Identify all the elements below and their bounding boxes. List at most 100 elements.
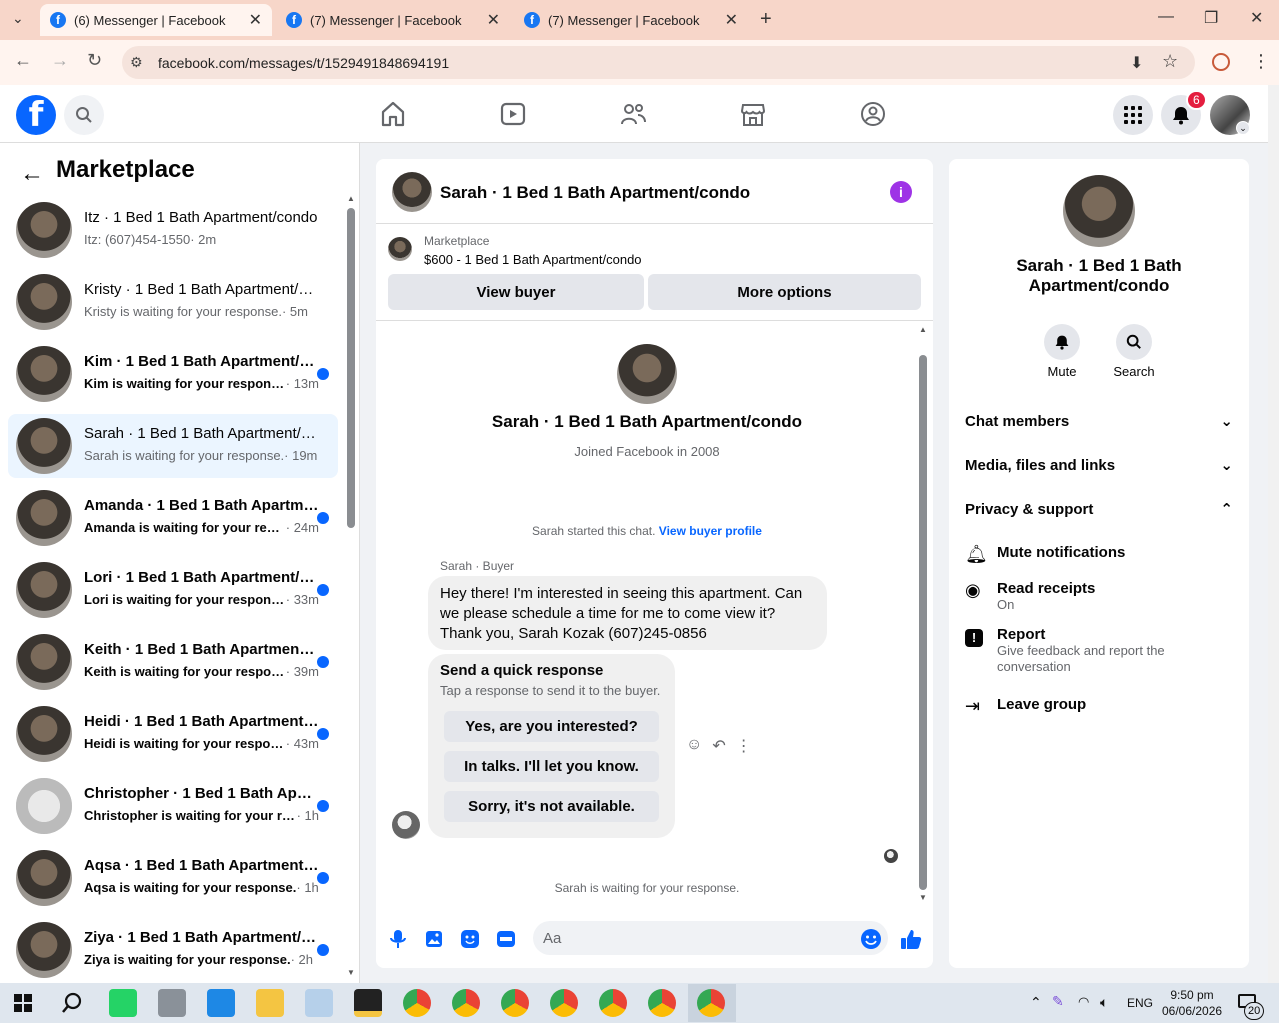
back-arrow-icon[interactable]: ← — [20, 160, 44, 188]
chrome-icon[interactable] — [452, 989, 480, 1017]
facebook-search-button[interactable] — [64, 95, 104, 135]
scroll-up-icon[interactable]: ▲ — [347, 194, 355, 203]
video-icon[interactable] — [500, 100, 526, 128]
window-close-icon[interactable]: ✕ — [1250, 8, 1263, 28]
message-bubble[interactable]: Hey there! I'm interested in seeing this… — [428, 576, 827, 650]
listing-title[interactable]: $600 - 1 Bed 1 Bath Apartment/condo — [424, 252, 642, 267]
clock[interactable]: 9:50 pm 06/06/2026 — [1162, 987, 1222, 1019]
tray-chevron-icon[interactable]: ⌃ — [1030, 994, 1042, 1011]
quick-response-button[interactable]: In talks. I'll let you know. — [444, 751, 659, 782]
gaming-icon[interactable] — [860, 100, 886, 128]
windows-start-icon[interactable] — [14, 994, 32, 1012]
leave-group-item[interactable]: ⇥ Leave group — [965, 696, 1233, 717]
wifi-icon[interactable]: ◠ — [1078, 994, 1089, 1010]
chrome-icon[interactable] — [550, 989, 578, 1017]
scroll-down-icon[interactable]: ▼ — [919, 893, 927, 902]
home-icon[interactable] — [380, 100, 406, 128]
details-avatar[interactable] — [1063, 175, 1135, 247]
back-icon[interactable]: ← — [14, 50, 32, 71]
section-media-files-links[interactable]: Media, files and links ⌄ — [965, 456, 1233, 475]
report-item[interactable]: ! Report Give feedback and report the con… — [965, 626, 1233, 675]
sticky-notes-icon[interactable] — [354, 989, 382, 1017]
conversation-item[interactable]: Sarah · 1 Bed 1 Bath Apartment/condo Sara… — [8, 414, 338, 478]
conversation-item[interactable]: Amanda · 1 Bed 1 Bath Apartment/condo Ama… — [8, 486, 338, 550]
whatsapp-icon[interactable] — [109, 989, 137, 1017]
conversation-item[interactable]: Christopher · 1 Bed 1 Bath Apartment/con… — [8, 774, 338, 838]
view-buyer-profile-link[interactable]: View buyer profile — [659, 524, 762, 538]
view-buyer-button[interactable]: View buyer — [388, 274, 644, 310]
chrome-icon[interactable] — [697, 989, 725, 1017]
file-explorer-icon[interactable] — [256, 989, 284, 1017]
url-input[interactable]: facebook.com/messages/t/1529491848694191 — [122, 46, 1195, 79]
more-options-button[interactable]: More options — [648, 274, 921, 310]
conversation-item[interactable]: Ziya · 1 Bed 1 Bath Apartment/condo Ziya … — [8, 918, 338, 982]
calculator-icon[interactable] — [158, 989, 186, 1017]
close-tab-icon[interactable]: ✕ — [249, 10, 262, 30]
conversation-item[interactable]: Keith · 1 Bed 1 Bath Apartment/condo Keit… — [8, 630, 338, 694]
close-tab-icon[interactable]: ✕ — [725, 10, 738, 30]
minimize-icon[interactable]: — — [1158, 8, 1174, 26]
search-conversation-button[interactable] — [1116, 324, 1152, 360]
sender-avatar[interactable] — [392, 811, 420, 839]
thumbs-up-icon[interactable] — [900, 928, 922, 950]
info-icon[interactable]: i — [890, 181, 912, 203]
site-info-icon[interactable]: ⚙ — [130, 54, 143, 71]
taskbar-search-icon[interactable] — [61, 992, 83, 1014]
section-privacy-support[interactable]: Privacy & support ⌃ — [965, 500, 1233, 519]
browser-tab-2[interactable]: f (7) Messenger | Facebook ✕ — [276, 4, 510, 36]
chat-avatar[interactable] — [392, 172, 432, 212]
mute-notifications-item[interactable]: 🔔︎ Mute notifications — [965, 544, 1233, 565]
photos-app-icon[interactable] — [305, 989, 333, 1017]
photo-icon[interactable] — [423, 928, 445, 950]
scroll-up-icon[interactable]: ▲ — [919, 325, 927, 334]
chrome-icon[interactable] — [403, 989, 431, 1017]
sidebar-scrollbar[interactable] — [347, 208, 355, 528]
menu-button[interactable] — [1113, 95, 1153, 135]
chat-scrollbar[interactable] — [919, 355, 927, 890]
account-chevron-icon[interactable]: ⌄ — [1236, 121, 1250, 135]
chat-title[interactable]: Sarah · 1 Bed 1 Bath Apartment/condo — [440, 183, 750, 203]
conversation-item[interactable]: Heidi · 1 Bed 1 Bath Apartment/condo Heid… — [8, 702, 338, 766]
forward-icon[interactable]: → — [51, 50, 69, 71]
profile-icon[interactable] — [1212, 53, 1230, 71]
browser-menu-icon[interactable]: ⋮ — [1252, 51, 1270, 72]
section-chat-members[interactable]: Chat members ⌄ — [965, 412, 1233, 431]
conversation-item[interactable]: Kim · 1 Bed 1 Bath Apartment/condo Kim is… — [8, 342, 338, 406]
browser-tab-1[interactable]: f (6) Messenger | Facebook ✕ — [40, 4, 272, 36]
pen-icon[interactable]: ✎ — [1052, 993, 1064, 1010]
emoji-icon[interactable] — [860, 928, 882, 950]
new-tab-icon[interactable]: + — [760, 8, 772, 31]
app-icon[interactable] — [207, 989, 235, 1017]
conversation-item[interactable]: Itz · 1 Bed 1 Bath Apartment/condo Itz: (… — [8, 198, 338, 262]
microphone-icon[interactable] — [387, 928, 409, 950]
react-smiley-icon[interactable]: ☺ — [686, 736, 702, 756]
browser-tab-3[interactable]: f (7) Messenger | Facebook ✕ — [514, 4, 748, 36]
profile-avatar[interactable] — [617, 344, 677, 404]
chrome-icon[interactable] — [599, 989, 627, 1017]
quick-response-button[interactable]: Sorry, it's not available. — [444, 791, 659, 822]
mute-button[interactable] — [1044, 324, 1080, 360]
quick-response-button[interactable]: Yes, are you interested? — [444, 711, 659, 742]
conversation-item[interactable]: Lori · 1 Bed 1 Bath Apartment/condo Lori … — [8, 558, 338, 622]
reload-icon[interactable]: ↻ — [87, 50, 102, 71]
chrome-icon[interactable] — [648, 989, 676, 1017]
install-app-icon[interactable]: ⬇ — [1130, 53, 1143, 73]
scroll-down-icon[interactable]: ▼ — [347, 968, 355, 977]
marketplace-icon[interactable] — [740, 100, 766, 128]
bookmark-star-icon[interactable]: ☆ — [1162, 51, 1178, 72]
more-vertical-icon[interactable]: ⋮ — [736, 736, 752, 756]
reply-icon[interactable]: ↶ — [712, 736, 725, 756]
restore-icon[interactable]: ❐ — [1204, 8, 1218, 28]
chrome-icon[interactable] — [501, 989, 529, 1017]
page-scrollbar[interactable] — [1268, 85, 1279, 983]
facebook-logo[interactable]: f — [16, 95, 56, 135]
language-indicator[interactable]: ENG — [1127, 996, 1153, 1010]
gif-icon[interactable] — [495, 928, 517, 950]
volume-icon[interactable]: 🔈︎ — [1100, 994, 1108, 1011]
read-receipts-item[interactable]: ◉ Read receipts On — [965, 580, 1233, 613]
conversation-item[interactable]: Kristy · 1 Bed 1 Bath Apartment/condo Kri… — [8, 270, 338, 334]
tab-search-chevron-icon[interactable]: ⌄ — [12, 10, 24, 27]
conversation-item[interactable]: Aqsa · 1 Bed 1 Bath Apartment/condo Aqsa … — [8, 846, 338, 910]
close-tab-icon[interactable]: ✕ — [487, 10, 500, 30]
message-input[interactable]: Aa — [533, 921, 888, 955]
